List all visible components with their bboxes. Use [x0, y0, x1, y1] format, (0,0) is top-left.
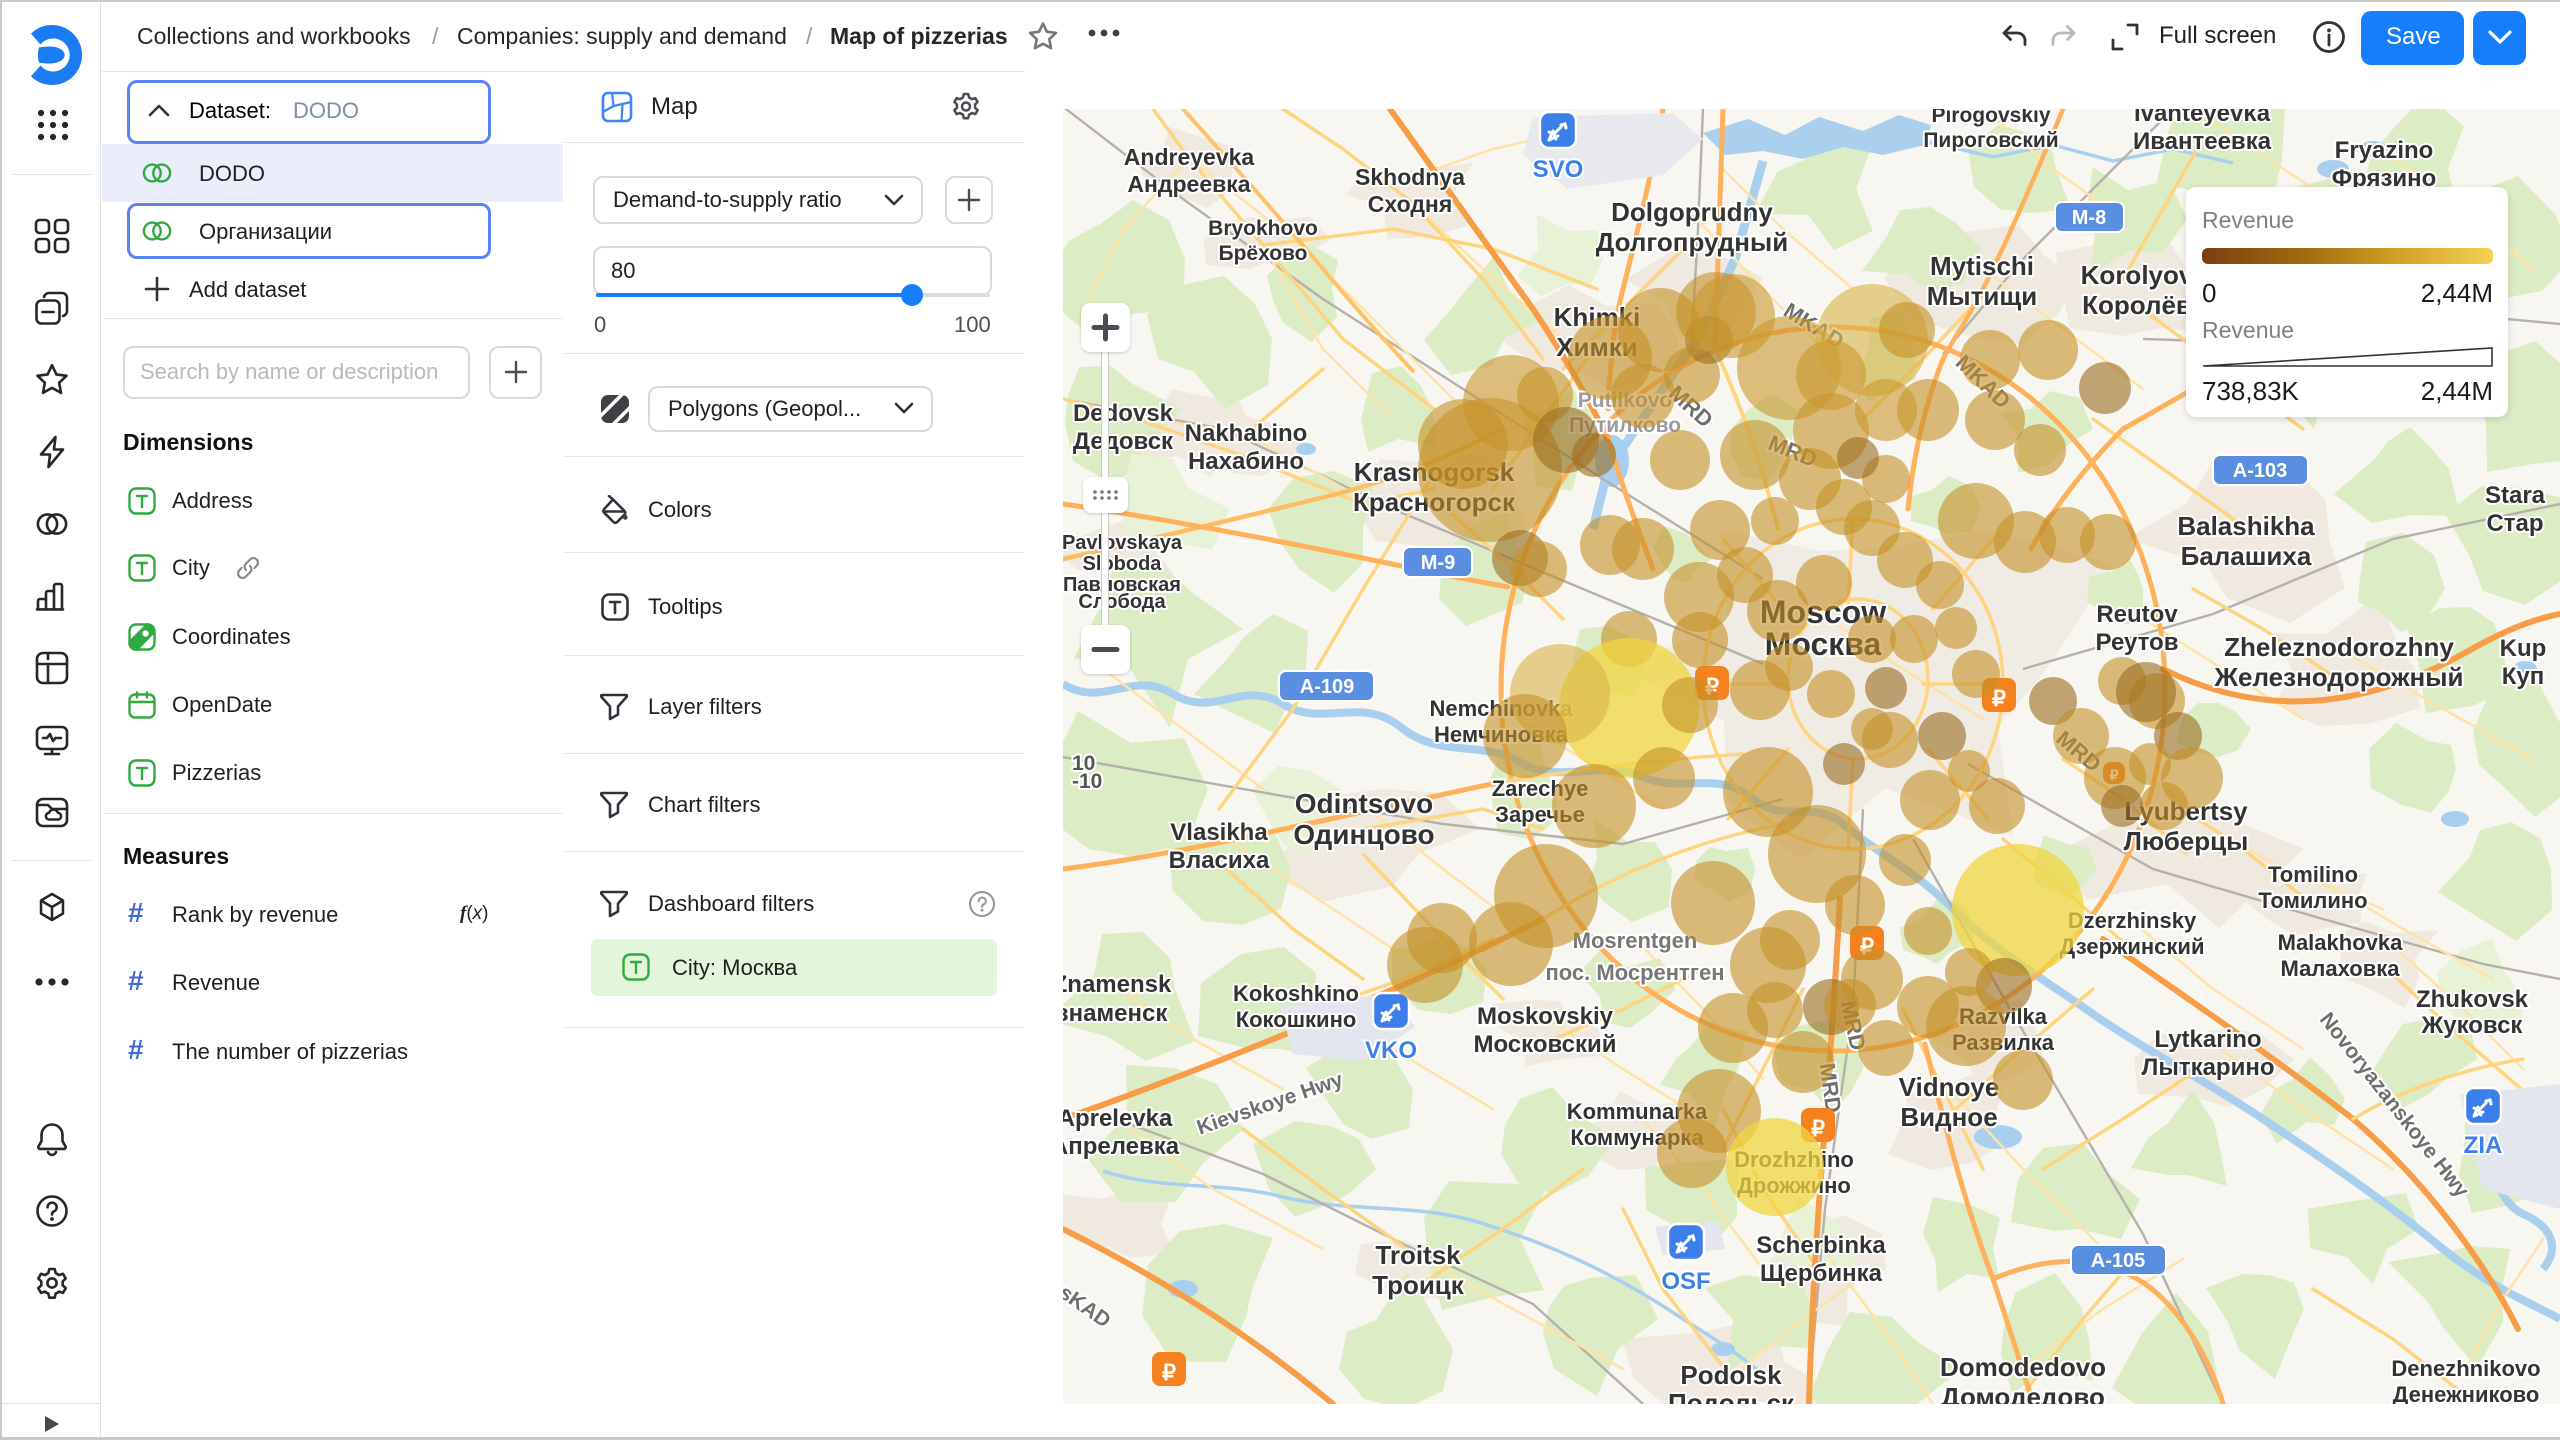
svg-text:Mytischi: Mytischi	[1930, 251, 2034, 281]
svg-text:Сходня: Сходня	[1368, 191, 1453, 217]
svg-text:Ивантеевка: Ивантеевка	[2133, 128, 2272, 155]
svg-text:-10: -10	[1072, 770, 1102, 793]
svg-text:Брёхово: Брёхово	[1218, 242, 1307, 265]
svg-text:Щербинка: Щербинка	[1760, 1260, 1883, 1287]
svg-text:₽: ₽	[1162, 1360, 1176, 1385]
svg-text:знаменск: знаменск	[1063, 1000, 1168, 1027]
svg-text:пос. Мосрентген: пос. Мосрентген	[1545, 960, 1724, 985]
svg-text:Kokoshkino: Kokoshkino	[1233, 981, 1359, 1006]
svg-text:M-8: M-8	[2072, 207, 2106, 229]
svg-text:Fryazino: Fryazino	[2335, 137, 2434, 164]
svg-text:OSF: OSF	[1661, 1268, 1710, 1295]
svg-text:Moskovskiy: Moskovskiy	[1477, 1003, 1614, 1030]
svg-text:Денежниково: Денежниково	[2393, 1382, 2540, 1404]
svg-text:Odintsovo: Odintsovo	[1295, 788, 1433, 819]
svg-text:Куп: Куп	[2502, 663, 2545, 690]
svg-text:Korolyov: Korolyov	[2081, 260, 2194, 290]
svg-text:Королёв: Королёв	[2082, 290, 2192, 320]
svg-text:Одинцово: Одинцово	[1293, 819, 1434, 850]
svg-text:Denezhnikovo: Denezhnikovo	[2391, 1356, 2540, 1381]
svg-text:Skhodnya: Skhodnya	[1355, 164, 1465, 190]
svg-text:Znamensk: Znamensk	[1063, 971, 1172, 998]
svg-text:Троицк: Троицк	[1372, 1270, 1465, 1300]
svg-text:Видное: Видное	[1900, 1102, 1997, 1132]
svg-text:Андреевка: Андреевка	[1127, 171, 1250, 197]
svg-text:Нахабино: Нахабино	[1188, 448, 1304, 475]
svg-text:Dolgoprudny: Dolgoprudny	[1611, 197, 1773, 227]
svg-text:Reutov: Reutov	[2096, 601, 2178, 628]
svg-text:Tomilino: Tomilino	[2268, 862, 2358, 887]
svg-text:Lytkarino: Lytkarino	[2154, 1026, 2261, 1053]
svg-text:Stara: Stara	[2485, 482, 2546, 509]
svg-text:Ivanteyevka: Ivanteyevka	[2134, 109, 2271, 127]
svg-text:Dzerzhinsky: Dzerzhinsky	[2068, 908, 2197, 933]
svg-text:Мытищи: Мытищи	[1927, 281, 2038, 311]
svg-text:Vlasikha: Vlasikha	[1170, 819, 1268, 846]
svg-text:Pavlovskaya: Pavlovskaya	[1063, 532, 1183, 554]
svg-text:Zhukovsk: Zhukovsk	[2416, 986, 2529, 1013]
svg-text:Балашиха: Балашиха	[2181, 541, 2312, 571]
svg-text:Podolsk: Podolsk	[1680, 1360, 1782, 1390]
svg-text:A-109: A-109	[1300, 676, 1354, 698]
svg-text:Реутов: Реутов	[2096, 629, 2179, 656]
svg-text:Люберцы: Люберцы	[2124, 826, 2249, 856]
svg-text:Дедовск: Дедовск	[1073, 428, 1174, 455]
svg-text:Nakhabino: Nakhabino	[1185, 420, 1308, 447]
svg-text:Domodedovo: Domodedovo	[1940, 1352, 2106, 1382]
svg-text:Malakhovka: Malakhovka	[2278, 930, 2403, 955]
svg-text:Кокошкино: Кокошкино	[1236, 1007, 1357, 1032]
svg-text:Zheleznodorozhny: Zheleznodorozhny	[2224, 632, 2454, 662]
svg-text:Железнодорожный: Железнодорожный	[2214, 662, 2464, 692]
svg-text:Дзержинский: Дзержинский	[2060, 934, 2205, 959]
svg-text:Томилино: Томилино	[2258, 888, 2367, 913]
svg-text:Pirogovskiy: Pirogovskiy	[1931, 109, 2050, 127]
svg-text:Слобода: Слобода	[1078, 591, 1166, 613]
svg-text:Vidnoye: Vidnoye	[1899, 1072, 2000, 1102]
svg-text:Scherbinka: Scherbinka	[1756, 1232, 1886, 1259]
svg-text:Bryokhovo: Bryokhovo	[1208, 217, 1318, 240]
svg-text:Mosrentgen: Mosrentgen	[1573, 928, 1698, 953]
svg-text:SVO: SVO	[1533, 156, 1584, 183]
svg-text:VKO: VKO	[1365, 1037, 1417, 1064]
svg-text:Апрелевка: Апрелевка	[1063, 1133, 1180, 1160]
svg-text:ZIA: ZIA	[2464, 1132, 2503, 1159]
svg-text:Жуковск: Жуковск	[2421, 1012, 2524, 1039]
svg-text:M-9: M-9	[1421, 552, 1455, 574]
svg-text:Sloboda: Sloboda	[1083, 553, 1163, 575]
svg-text:Kup: Kup	[2500, 635, 2547, 662]
svg-text:Власиха: Власиха	[1169, 847, 1270, 874]
svg-text:Подольск: Подольск	[1668, 1388, 1795, 1404]
svg-text:Московский: Московский	[1473, 1031, 1616, 1058]
svg-text:Домодедово: Домодедово	[1941, 1382, 2105, 1404]
svg-text:Troitsk: Troitsk	[1375, 1240, 1461, 1270]
svg-text:Лыткарино: Лыткарино	[2141, 1054, 2274, 1081]
svg-text:Aprelevka: Aprelevka	[1063, 1105, 1173, 1132]
svg-text:Малаховка: Малаховка	[2281, 956, 2401, 981]
svg-text:Стар: Стар	[2486, 510, 2543, 537]
svg-text:Andreyevka: Andreyevka	[1124, 144, 1255, 170]
svg-text:Dedovsk: Dedovsk	[1073, 400, 1174, 427]
svg-text:Долгопрудный: Долгопрудный	[1596, 227, 1788, 257]
svg-text:A-105: A-105	[2091, 1250, 2145, 1272]
svg-text:A-103: A-103	[2233, 460, 2287, 482]
svg-text:Balashikha: Balashikha	[2177, 511, 2315, 541]
svg-text:Пироговский: Пироговский	[1923, 129, 2058, 152]
